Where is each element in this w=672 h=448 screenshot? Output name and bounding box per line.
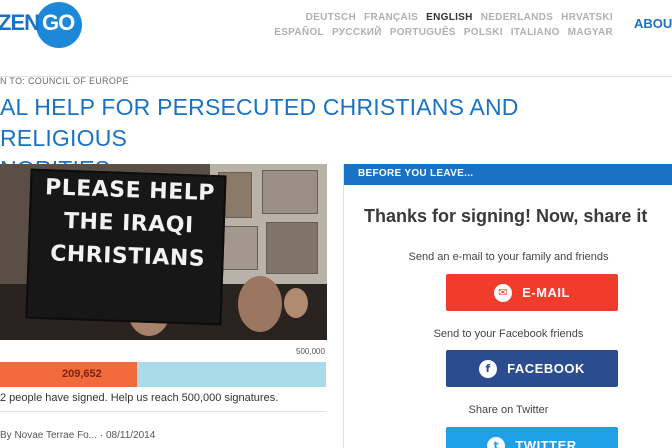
email-share-button[interactable]: ✉ E-MAIL (446, 274, 618, 311)
lang-link-active[interactable]: ENGLISH (426, 10, 473, 25)
lang-link[interactable]: PORTUGUÊS (390, 25, 456, 40)
facebook-icon: f (479, 359, 498, 378)
share-panel-header: BEFORE YOU LEAVE... (344, 164, 672, 185)
language-row-2: ESPAÑOL РУССКИЙ PORTUGUÊS POLSKI ITALIAN… (274, 25, 613, 40)
lang-link[interactable]: FRANÇAIS (364, 10, 418, 25)
photo-poster (222, 226, 258, 270)
facebook-caption: Send to your Facebook friends (433, 328, 584, 340)
facebook-share-label: FACEBOOK (507, 361, 585, 376)
lang-link[interactable]: NEDERLANDS (481, 10, 553, 25)
twitter-share-button[interactable]: t TWITTER (446, 427, 618, 448)
signatures-status-text: 2 people have signed. Help us reach 500,… (0, 392, 279, 404)
signature-progress-bar: 209,652 (0, 362, 326, 387)
thanks-heading: Thanks for signing! Now, share it (364, 206, 648, 226)
logo[interactable]: ZEN GO (0, 0, 92, 58)
photo-person (284, 288, 308, 318)
signature-goal: 500,000 (296, 347, 325, 356)
about-link[interactable]: ABOU (634, 16, 672, 31)
twitter-share-label: TWITTER (515, 438, 577, 448)
facebook-share-button[interactable]: f FACEBOOK (446, 350, 618, 387)
photo-poster (262, 170, 318, 214)
lang-link[interactable]: POLSKI (464, 25, 503, 40)
lang-link[interactable]: ITALIANO (511, 25, 560, 40)
petition-title-line-1: AL HELP FOR PERSECUTED CHRISTIANS AND RE… (0, 94, 519, 151)
share-panel: BEFORE YOU LEAVE... Thanks for signing! … (343, 164, 672, 448)
envelope-icon: ✉ (494, 283, 513, 302)
logo-zen-text: ZEN (0, 10, 40, 35)
protest-sign: PLEASE HELP THE IRAQI CHRISTIANS (25, 168, 227, 326)
lang-link[interactable]: ESPAÑOL (274, 25, 324, 40)
sign-line-3: CHRISTIANS (49, 241, 206, 272)
logo-go-text: GO (42, 10, 75, 35)
signature-count: 209,652 (62, 368, 102, 380)
email-caption: Send an e-mail to your family and friend… (408, 251, 609, 263)
lang-link[interactable]: MAGYAR (568, 25, 613, 40)
language-selector: DEUTSCH FRANÇAIS ENGLISH NEDERLANDS HRVA… (274, 10, 613, 40)
share-panel-header-label: BEFORE YOU LEAVE... (358, 168, 474, 179)
petition-photo: PLEASE HELP THE IRAQI CHRISTIANS (0, 164, 327, 340)
photo-poster (266, 222, 318, 274)
language-row-1: DEUTSCH FRANÇAIS ENGLISH NEDERLANDS HRVA… (306, 10, 613, 25)
twitter-caption: Share on Twitter (468, 404, 549, 416)
lang-link[interactable]: РУССКИЙ (332, 25, 382, 40)
protest-sign-text: PLEASE HELP THE IRAQI CHRISTIANS (37, 171, 220, 276)
photo-person (238, 276, 282, 332)
lang-link[interactable]: DEUTSCH (306, 10, 356, 25)
petition-recipient: N TO: COUNCIL OF EUROPE (0, 76, 129, 86)
lang-link[interactable]: HRVATSKI (561, 10, 613, 25)
petition-divider (0, 411, 326, 412)
petition-author[interactable]: By Novae Terrae Fo... · 08/11/2014 (0, 430, 155, 441)
email-share-label: E-MAIL (522, 285, 570, 300)
twitter-bird-icon: t (487, 436, 506, 448)
